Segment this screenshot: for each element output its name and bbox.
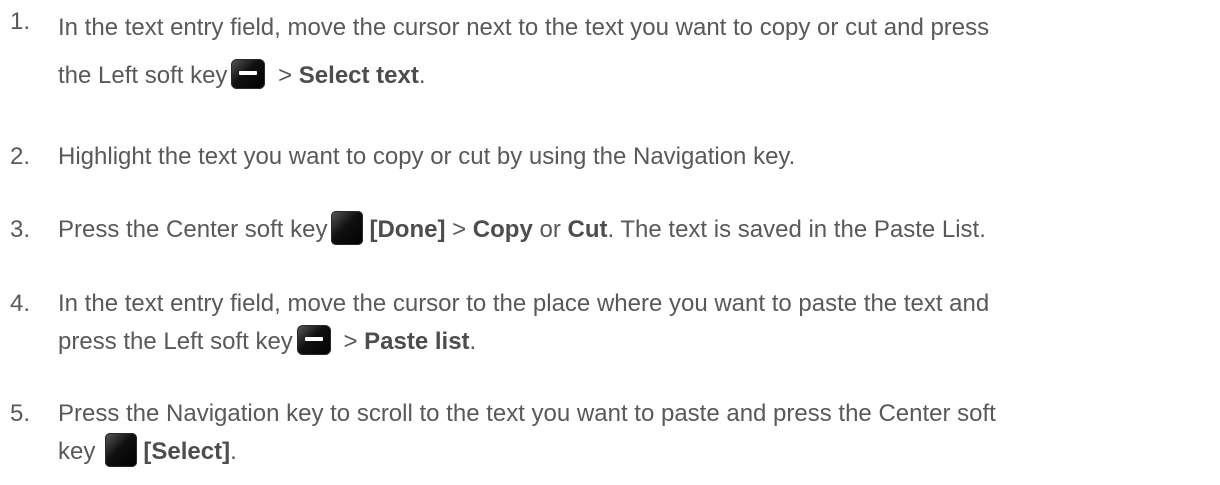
step-number: 4.	[10, 290, 31, 317]
step-line: the Left soft key > Select text.	[58, 52, 1220, 100]
menu-option-done: [Done]	[369, 216, 446, 243]
step-text: In the text entry field, move the cursor…	[58, 4, 1220, 100]
step-text-segment: . The text is saved in the Paste List.	[607, 216, 986, 243]
step-text: Press the Center soft key [Done] > Copy o…	[58, 210, 1220, 248]
step-3: 3. Press the Center soft key [Done] > Cop…	[0, 210, 1220, 248]
menu-option-select: [Select]	[143, 438, 231, 465]
left-soft-key-icon	[296, 324, 331, 355]
center-soft-key-icon	[105, 432, 138, 467]
step-text-segment: or	[532, 216, 568, 243]
step-text-segment: >	[271, 62, 299, 89]
step-number: 5.	[10, 400, 31, 427]
step-text-segment: .	[418, 62, 426, 89]
step-text-segment: .	[230, 438, 237, 465]
step-4: 4. In the text entry field, move the cur…	[0, 286, 1220, 360]
step-line: Highlight the text you want to copy or c…	[58, 143, 796, 170]
step-text-segment: >	[445, 216, 473, 243]
menu-option-cut: Cut	[567, 216, 608, 243]
step-line: Press the Navigation key to scroll to th…	[58, 400, 996, 427]
step-text: In the text entry field, move the cursor…	[58, 286, 1220, 360]
step-text-segment: the Left soft key	[58, 62, 228, 89]
step-number: 3.	[10, 216, 31, 243]
menu-option-select-text: Select text	[298, 62, 419, 89]
menu-option-paste-list: Paste list	[364, 328, 470, 355]
step-number: 1.	[10, 8, 31, 35]
step-text-segment: Press the Center soft key	[58, 216, 328, 243]
step-5: 5. Press the Navigation key to scroll to…	[0, 396, 1220, 470]
step-number: 2.	[10, 143, 31, 170]
center-soft-key-icon	[331, 210, 364, 245]
menu-option-copy: Copy	[472, 216, 533, 243]
step-line: In the text entry field, move the cursor…	[58, 14, 990, 41]
step-line: press the Left soft key > Paste list.	[58, 324, 1220, 360]
step-text-segment: press the Left soft key	[58, 328, 293, 355]
step-text: Highlight the text you want to copy or c…	[58, 139, 1220, 175]
step-line: In the text entry field, move the cursor…	[58, 290, 990, 317]
step-text-segment: key	[58, 438, 96, 465]
step-text-segment: .	[469, 328, 477, 355]
step-text: Press the Navigation key to scroll to th…	[58, 396, 1220, 470]
left-soft-key-icon	[231, 58, 266, 89]
step-line: key [Select].	[58, 432, 1220, 470]
step-1: 1. In the text entry field, move the cur…	[0, 4, 1220, 100]
step-2: 2. Highlight the text you want to copy o…	[0, 139, 1220, 175]
step-line: Press the Center soft key [Done] > Copy o…	[58, 210, 1220, 248]
step-text-segment: >	[336, 328, 365, 355]
